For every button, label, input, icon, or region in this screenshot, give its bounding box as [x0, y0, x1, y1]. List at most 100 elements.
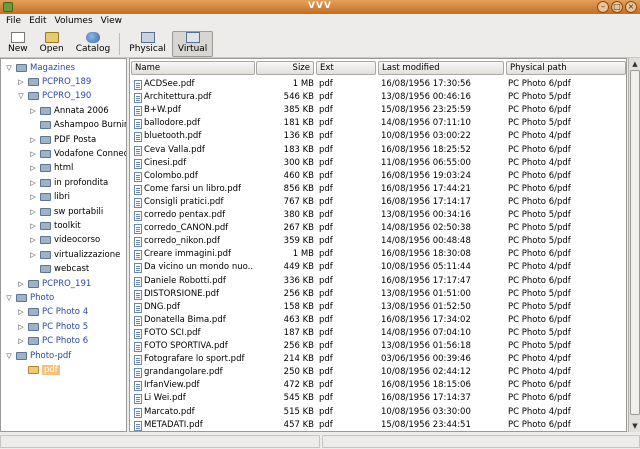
- expander-closed-icon[interactable]: ▷: [29, 208, 37, 216]
- vertical-scrollbar[interactable]: ▲ ▼: [628, 58, 640, 432]
- table-row[interactable]: ballodore.pdf 181 KB pdf 14/08/1956 07:11:1…: [130, 117, 626, 130]
- column-header-name[interactable]: Name: [131, 61, 255, 75]
- table-row[interactable]: B+W.pdf 385 KB pdf 15/08/1956 23:25:59 PC Ph…: [130, 104, 626, 117]
- table-row[interactable]: Da vicino un mondo nuo... 449 KB pdf 10/08/…: [130, 261, 626, 274]
- expander-closed-icon[interactable]: ▷: [29, 222, 37, 230]
- tree-item[interactable]: ▷ videocorso: [29, 234, 100, 247]
- menu-file[interactable]: File: [2, 14, 25, 30]
- tree-item[interactable]: ▷ Vodafone Connect: [29, 147, 126, 160]
- expander-closed-icon[interactable]: ▷: [17, 78, 25, 86]
- folder-tree[interactable]: ▽ Magazines ▷ PCPRO_189 ▽ PCPRO_190 ▷ Annata 20…: [0, 58, 127, 432]
- tree-item[interactable]: ▷ toolkit: [29, 219, 80, 232]
- table-row[interactable]: ACDSee.pdf 1 MB pdf 16/08/1956 17:30:56 PC P…: [130, 78, 626, 91]
- tree-item[interactable]: ▷ virtualizzazione: [29, 248, 120, 261]
- physical-view-button[interactable]: Physical: [123, 31, 172, 57]
- expander-closed-icon[interactable]: ▷: [29, 136, 37, 144]
- table-row[interactable]: FOTO SPORTIVA.pdf 256 KB pdf 13/08/1956 01:…: [130, 340, 626, 353]
- file-size: 545 KB: [283, 393, 314, 404]
- table-row[interactable]: Fotografare lo sport.pdf 214 KB pdf 03/06/1…: [130, 353, 626, 366]
- table-row[interactable]: bluetooth.pdf 136 KB pdf 10/08/1956 03:00:2…: [130, 130, 626, 143]
- expander-open-icon[interactable]: ▽: [5, 352, 13, 360]
- scroll-up-icon[interactable]: ▲: [630, 59, 640, 69]
- menu-volumes[interactable]: Volumes: [51, 14, 97, 30]
- expander-open-icon[interactable]: ▽: [5, 64, 13, 72]
- open-button[interactable]: Open: [34, 31, 70, 57]
- tree-item[interactable]: ▽ Photo: [5, 291, 54, 304]
- close-button[interactable]: ×: [625, 1, 637, 13]
- scroll-down-icon[interactable]: ▼: [630, 421, 640, 431]
- file-list[interactable]: Name Size Ext Last modified Physical pat…: [129, 58, 627, 432]
- expander-closed-icon[interactable]: ▷: [17, 308, 25, 316]
- tree-item[interactable]: ▽ PCPRO_190: [17, 90, 91, 103]
- folder-icon: [28, 92, 39, 101]
- expander-closed-icon[interactable]: ▷: [17, 323, 25, 331]
- expander-closed-icon[interactable]: ▷: [29, 179, 37, 187]
- file-physical-path: PC Photo 6/pdf: [508, 144, 571, 155]
- tree-item[interactable]: Ashampoo Burning: [29, 119, 126, 132]
- table-row[interactable]: Consigli pratici.pdf 767 KB pdf 16/08/1956 …: [130, 196, 626, 209]
- folder-icon: [40, 149, 51, 158]
- virtual-view-button[interactable]: Virtual: [171, 31, 214, 57]
- expander-open-icon[interactable]: ▽: [5, 294, 13, 302]
- scrollbar-thumb[interactable]: [630, 70, 640, 415]
- expander-closed-icon[interactable]: ▷: [29, 251, 37, 259]
- table-row[interactable]: Li Wei.pdf 545 KB pdf 16/08/1956 17:14:37 PC…: [130, 392, 626, 405]
- expander-closed-icon[interactable]: ▷: [29, 107, 37, 115]
- tree-item[interactable]: pdf: [17, 363, 60, 376]
- tree-item[interactable]: ▷ PC Photo 5: [17, 320, 88, 333]
- table-row[interactable]: Ceva Valla.pdf 183 KB pdf 16/08/1956 18:25:…: [130, 144, 626, 157]
- table-row[interactable]: Cinesi.pdf 300 KB pdf 11/08/1956 06:55:00 PC…: [130, 157, 626, 170]
- tree-item[interactable]: webcast: [29, 263, 89, 276]
- menu-view[interactable]: View: [97, 14, 126, 30]
- column-header-ext[interactable]: Ext: [316, 61, 376, 75]
- table-row[interactable]: grandangolare.pdf 250 KB pdf 10/08/1956 02:…: [130, 366, 626, 379]
- column-header-last-modified[interactable]: Last modified: [378, 61, 504, 75]
- table-row[interactable]: Come farsi un libro.pdf 856 KB pdf 16/08/19…: [130, 183, 626, 196]
- tree-item[interactable]: ▷ PDF Posta: [29, 133, 96, 146]
- new-button[interactable]: New: [2, 31, 34, 57]
- table-row[interactable]: corredo_CANON.pdf 267 KB pdf 14/08/1956 02:…: [130, 222, 626, 235]
- catalog-button[interactable]: Catalog: [70, 31, 117, 57]
- table-row[interactable]: IrfanView.pdf 472 KB pdf 16/08/1956 18:15:0…: [130, 379, 626, 392]
- pdf-file-icon: [134, 158, 142, 169]
- tree-item[interactable]: ▷ PCPRO_189: [17, 75, 91, 88]
- minimize-button[interactable]: –: [597, 1, 609, 13]
- tree-item[interactable]: ▷ Annata 2006: [29, 104, 108, 117]
- virtual-button-label: Virtual: [177, 44, 208, 54]
- expander-closed-icon[interactable]: ▷: [29, 164, 37, 172]
- table-row[interactable]: DISTORSIONE.pdf 256 KB pdf 13/08/1956 01:51…: [130, 288, 626, 301]
- expander-closed-icon[interactable]: ▷: [17, 337, 25, 345]
- tree-item[interactable]: ▷ PCPRO_191: [17, 277, 91, 290]
- maximize-button[interactable]: □: [611, 1, 623, 13]
- expander-closed-icon[interactable]: ▷: [29, 150, 37, 158]
- tree-item[interactable]: ▷ html: [29, 162, 73, 175]
- table-row[interactable]: METADATI.pdf 457 KB pdf 15/08/1956 23:44:51…: [130, 419, 626, 431]
- tree-item[interactable]: ▷ PC Photo 4: [17, 306, 88, 319]
- expander-closed-icon[interactable]: ▷: [17, 280, 25, 288]
- tree-item[interactable]: ▽ Photo-pdf: [5, 349, 71, 362]
- tree-item[interactable]: ▷ sw portabili: [29, 205, 103, 218]
- file-ext: pdf: [319, 183, 333, 194]
- tree-item[interactable]: ▽ Magazines: [5, 61, 75, 74]
- expander-closed-icon[interactable]: ▷: [29, 193, 37, 201]
- table-row[interactable]: FOTO SCI.pdf 187 KB pdf 14/08/1956 07:04:10…: [130, 327, 626, 340]
- table-row[interactable]: Marcato.pdf 515 KB pdf 10/08/1956 03:30:00 P…: [130, 406, 626, 419]
- table-row[interactable]: Creare immagini.pdf 1 MB pdf 16/08/1956 18:…: [130, 248, 626, 261]
- file-size: 183 KB: [283, 144, 314, 155]
- tree-item[interactable]: ▷ libri: [29, 191, 70, 204]
- table-row[interactable]: Donatella Bima.pdf 463 KB pdf 16/08/1956 17…: [130, 314, 626, 327]
- table-row[interactable]: corredo_nikon.pdf 359 KB pdf 14/08/1956 00:…: [130, 235, 626, 248]
- table-row[interactable]: DNG.pdf 158 KB pdf 13/08/1956 01:52:50 PC Ph…: [130, 301, 626, 314]
- tree-item[interactable]: ▷ in profondita: [29, 176, 108, 189]
- table-row[interactable]: Colombo.pdf 460 KB pdf 16/08/1956 19:03:24 P…: [130, 170, 626, 183]
- table-row[interactable]: corredo pentax.pdf 380 KB pdf 13/08/1956 00…: [130, 209, 626, 222]
- tree-item[interactable]: ▷ PC Photo 6: [17, 335, 88, 348]
- table-row[interactable]: Architettura.pdf 546 KB pdf 13/08/1956 00:4…: [130, 91, 626, 104]
- expander-open-icon[interactable]: ▽: [17, 92, 25, 100]
- menu-edit[interactable]: Edit: [25, 14, 50, 30]
- column-header-physical-path[interactable]: Physical path: [506, 61, 626, 75]
- table-row[interactable]: Daniele Robotti.pdf 336 KB pdf 16/08/1956 1…: [130, 275, 626, 288]
- pdf-file-icon: [134, 93, 142, 104]
- column-header-size[interactable]: Size: [256, 61, 314, 75]
- expander-closed-icon[interactable]: ▷: [29, 236, 37, 244]
